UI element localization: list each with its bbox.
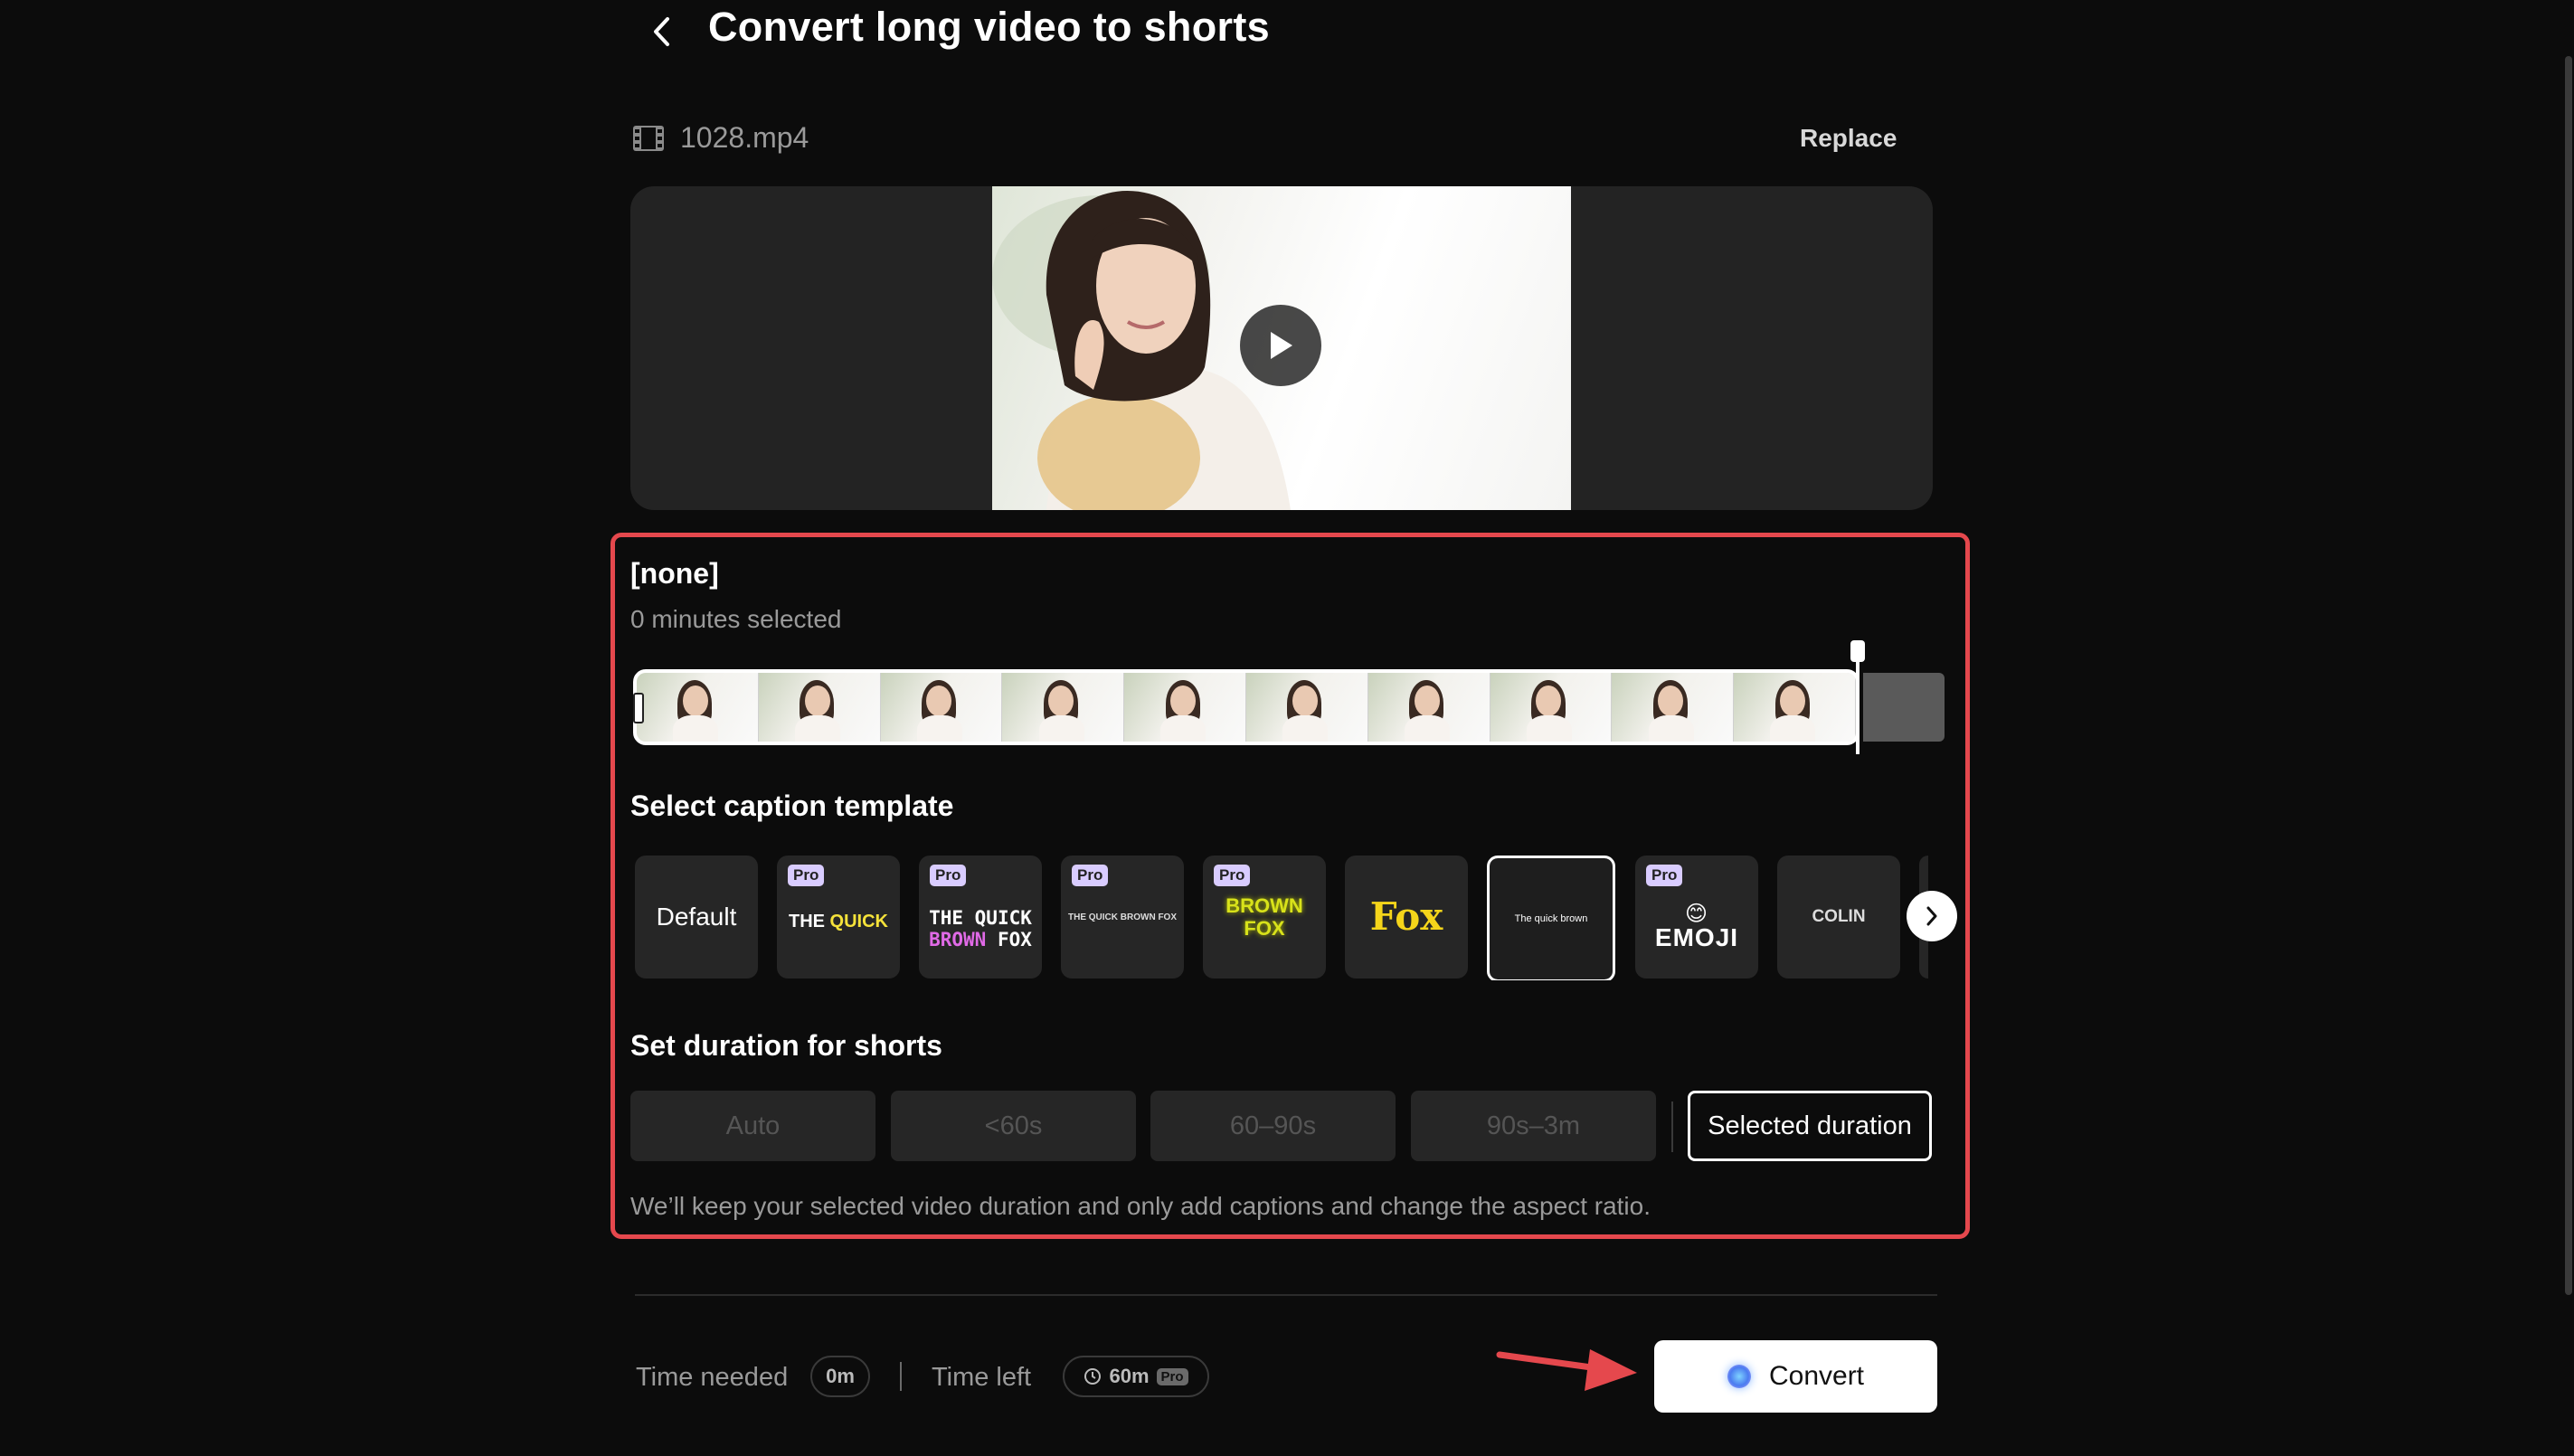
thumb-face (1048, 685, 1074, 716)
footer-divider (635, 1294, 1937, 1296)
thumb-body (1526, 715, 1572, 742)
clip-name: [none] (630, 557, 719, 590)
time-needed-value: 0m (810, 1356, 870, 1397)
template-label: THE QUICK (788, 911, 888, 931)
duration-note: We’ll keep your selected video duration … (630, 1192, 1651, 1220)
thumb-body (916, 715, 962, 742)
template-emoji[interactable]: Pro 😊 EMOJI (1635, 856, 1758, 979)
timeline-thumbnail (880, 673, 1003, 742)
clock-icon (1084, 1368, 1102, 1385)
pro-badge: Pro (930, 865, 967, 886)
thumb-face (804, 685, 830, 716)
duration-option-under-60s[interactable]: <60s (891, 1091, 1136, 1161)
thumb-face (1170, 685, 1197, 716)
red-arrow-annotation (1496, 1349, 1637, 1391)
pro-badge: Pro (1072, 865, 1109, 886)
convert-button[interactable]: Convert (1654, 1340, 1937, 1413)
thumb-face (1292, 685, 1318, 716)
timeline-thumbnail (1490, 673, 1613, 742)
thumb-body (1160, 715, 1207, 742)
caption-template-list: Default Pro THE QUICK Pro THE QUICK BROWN… (635, 856, 1928, 980)
timeline-thumbnail (1612, 673, 1735, 742)
chevron-right-icon (1926, 906, 1937, 926)
template-default[interactable]: Default (635, 856, 758, 979)
video-preview (992, 186, 1571, 510)
thumb-body (1282, 715, 1329, 742)
template-fox[interactable]: Fox (1345, 856, 1468, 979)
thumb-body (794, 715, 840, 742)
scrollbar[interactable] (2565, 56, 2572, 1295)
template-brown-fox[interactable]: Pro BROWN FOX (1203, 856, 1326, 979)
template-the-quick[interactable]: Pro THE QUICK (777, 856, 900, 979)
time-left-label: Time left (932, 1363, 1032, 1392)
chevron-left-icon (654, 17, 669, 46)
playhead-knob[interactable] (1850, 640, 1865, 662)
page-title: Convert long video to shorts (708, 4, 1270, 50)
timeline-thumbnail (758, 673, 881, 742)
thumb-face (1414, 685, 1440, 716)
timeline-strip[interactable] (633, 669, 1860, 745)
thumb-body (673, 715, 719, 742)
duration-option-selected[interactable]: Selected duration (1688, 1091, 1932, 1161)
duration-option-auto[interactable]: Auto (630, 1091, 875, 1161)
footer-separator (900, 1362, 902, 1391)
pro-badge: Pro (1646, 865, 1683, 886)
video-player (630, 186, 1933, 510)
timeline-thumbnail (637, 673, 759, 742)
timeline-thumbnail (1367, 673, 1490, 742)
template-small-caption[interactable]: Pro THE QUICK BROWN FOX (1061, 856, 1184, 979)
duration-divider (1671, 1101, 1673, 1152)
play-button[interactable] (1240, 305, 1321, 386)
convert-label: Convert (1768, 1361, 1865, 1391)
thumb-body (1770, 715, 1816, 742)
duration-heading: Set duration for shorts (630, 1029, 942, 1062)
timeline-thumbnail (1124, 673, 1246, 742)
pro-badge: Pro (1214, 865, 1251, 886)
template-the-quick-brown-fox[interactable]: Pro THE QUICK BROWN FOX (919, 856, 1042, 979)
template-colin[interactable]: COLIN (1777, 856, 1900, 979)
thumb-face (926, 685, 952, 716)
thumb-face (1780, 685, 1805, 716)
pro-badge: Pro (788, 865, 825, 886)
time-needed-label: Time needed (636, 1363, 789, 1392)
templates-next-button[interactable] (1907, 891, 1957, 941)
time-left-pill: 60m Pro (1063, 1356, 1209, 1397)
duration-option-60-90s[interactable]: 60–90s (1150, 1091, 1396, 1161)
timeline-thumbnail (1002, 673, 1125, 742)
film-icon (633, 126, 664, 151)
timeline-unselected-region (1863, 673, 1945, 742)
thumb-face (682, 685, 708, 716)
thumb-body (1404, 715, 1450, 742)
timeline[interactable] (633, 640, 1945, 754)
file-name: 1028.mp4 (680, 121, 809, 154)
template-label: 😊 EMOJI (1654, 902, 1739, 951)
template-the-quick-brown[interactable]: The quick brown (1487, 856, 1615, 980)
thumb-body (1648, 715, 1694, 742)
replace-button[interactable]: Replace (1800, 124, 1897, 153)
timeline-thumbnail (1245, 673, 1368, 742)
thumb-face (1658, 685, 1684, 716)
ai-orb-icon (1727, 1365, 1751, 1388)
template-label: THE QUICK BROWN FOX (929, 906, 1032, 950)
duration-option-90s-3m[interactable]: 90s–3m (1411, 1091, 1656, 1161)
timeline-thumbnail (1734, 673, 1856, 742)
play-icon (1271, 332, 1292, 359)
timeline-start-handle[interactable] (633, 693, 644, 723)
thumb-body (1038, 715, 1084, 742)
thumb-face (1536, 685, 1562, 716)
caption-template-heading: Select caption template (630, 789, 954, 822)
back-button[interactable] (644, 11, 680, 52)
time-left-value: 60m (1109, 1365, 1150, 1387)
pro-badge: Pro (1156, 1367, 1188, 1385)
minutes-selected-text: 0 minutes selected (630, 605, 842, 633)
